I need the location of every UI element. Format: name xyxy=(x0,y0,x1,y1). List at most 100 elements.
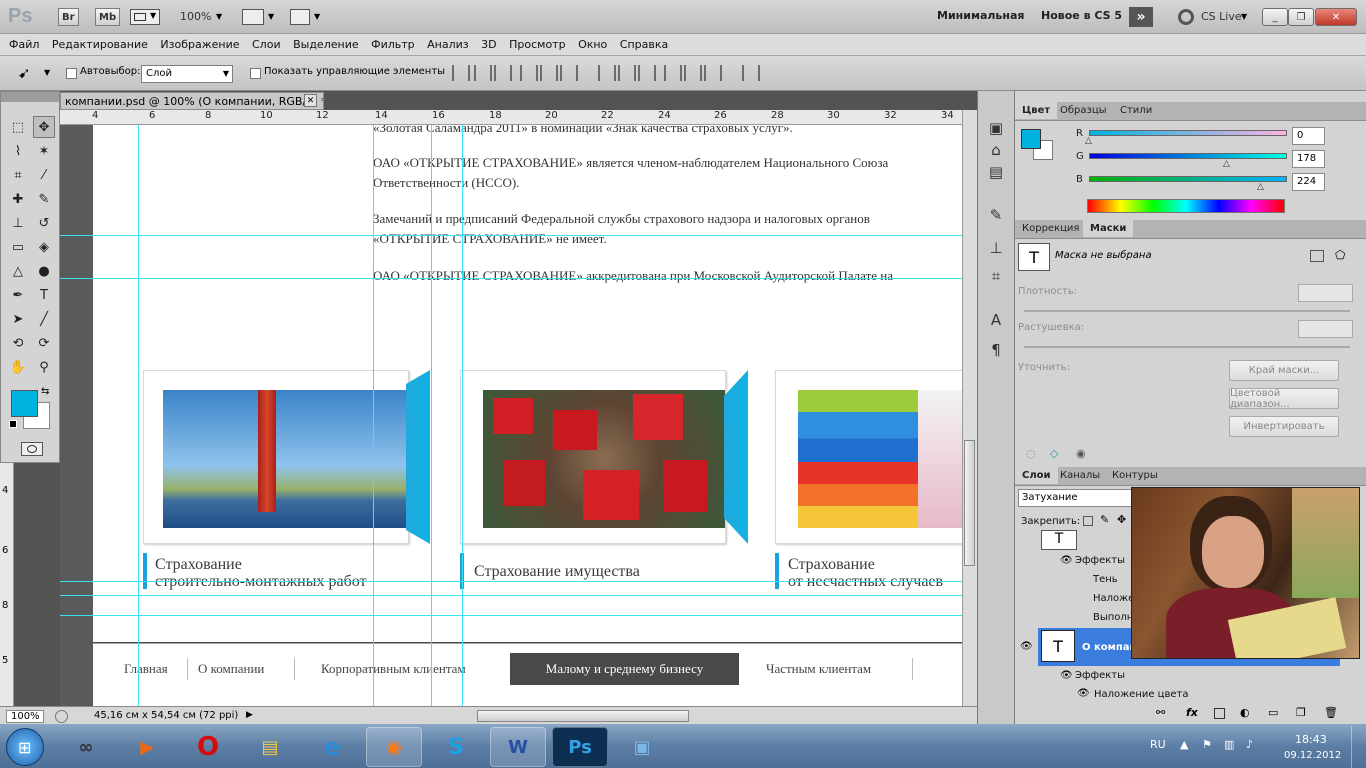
chevron-down-icon[interactable]: ▼ xyxy=(216,12,222,21)
clone-stamp-icon[interactable]: ⊥ xyxy=(7,212,29,234)
color-fg-swatch[interactable] xyxy=(1021,129,1041,149)
active-layer-name[interactable]: О компан xyxy=(1082,642,1136,653)
chevron-down-icon[interactable]: ▼ xyxy=(268,12,274,21)
nav-sme-active[interactable]: Малому и среднему бизнесу xyxy=(510,653,739,685)
g-slider[interactable] xyxy=(1089,153,1287,159)
new-group-icon[interactable]: ▭ xyxy=(1268,706,1278,719)
effects-eye-icon[interactable]: 👁 xyxy=(1060,555,1073,566)
add-pixel-mask-icon[interactable] xyxy=(1310,250,1324,262)
restore-button[interactable]: ❐ xyxy=(1288,8,1314,26)
3d-orbit-icon[interactable]: ⟳ xyxy=(33,332,55,354)
hand-tool-icon[interactable]: ✋ xyxy=(7,356,29,378)
color-spectrum[interactable] xyxy=(1087,199,1285,213)
line-tool-icon[interactable]: ╱ xyxy=(33,308,55,330)
density-slider[interactable] xyxy=(1024,310,1350,312)
guide-horizontal[interactable] xyxy=(60,581,962,582)
extras-dropdown[interactable]: ▼ xyxy=(130,9,160,25)
effect-color-overlay[interactable]: Наложение цвета xyxy=(1094,689,1189,700)
auto-align-icon[interactable] xyxy=(742,65,760,81)
distribute-hcenter-icon[interactable] xyxy=(684,65,702,81)
r-slider-handle[interactable]: △ xyxy=(1085,136,1092,146)
tools-panel-header[interactable] xyxy=(1,92,59,102)
clock-time[interactable]: 18:43 xyxy=(1295,733,1327,746)
status-menu-arrow-icon[interactable]: ▶ xyxy=(246,710,253,720)
clock-date[interactable]: 09.12.2012 xyxy=(1284,750,1341,761)
apply-mask-icon[interactable]: ◇ xyxy=(1050,447,1058,460)
tab-color[interactable]: Цвет xyxy=(1015,102,1058,119)
quick-mask-button[interactable] xyxy=(21,442,43,456)
menu-window[interactable]: Окно xyxy=(578,34,607,51)
g-slider-handle[interactable]: △ xyxy=(1223,159,1230,169)
paint-bucket-icon[interactable]: ◈ xyxy=(33,236,55,258)
3d-rotate-icon[interactable]: ⟲ xyxy=(7,332,29,354)
chevron-down-icon[interactable]: ▼ xyxy=(314,12,320,21)
magic-wand-icon[interactable]: ✶ xyxy=(33,140,55,162)
delete-layer-icon[interactable]: 🗑 xyxy=(1324,706,1338,719)
menu-analysis[interactable]: Анализ xyxy=(427,34,469,51)
mask-edge-button[interactable]: Край маски... xyxy=(1229,360,1339,381)
tab-adjustments[interactable]: Коррекция xyxy=(1015,220,1086,237)
effect-eye-icon[interactable]: 👁 xyxy=(1077,688,1090,699)
menu-layers[interactable]: Слои xyxy=(252,34,281,51)
align-top-icon[interactable] xyxy=(452,65,470,81)
history-icon[interactable]: ⌂ xyxy=(986,140,1006,160)
show-controls-checkbox[interactable] xyxy=(250,68,261,79)
lock-position-icon[interactable]: ✥ xyxy=(1117,513,1126,526)
distribute-top-icon[interactable] xyxy=(598,65,616,81)
character-icon[interactable]: A xyxy=(986,310,1006,330)
b-value[interactable]: 224 xyxy=(1292,173,1325,191)
taskbar-app-opera[interactable]: O xyxy=(180,727,236,767)
nav-corporate[interactable]: Корпоративным клиентам xyxy=(321,661,466,677)
taskbar-app-ie[interactable]: e xyxy=(304,727,360,767)
add-mask-icon[interactable] xyxy=(1214,708,1225,719)
screen-mode-button[interactable] xyxy=(290,9,310,25)
guide-horizontal[interactable] xyxy=(60,615,962,616)
tab-masks[interactable]: Маски xyxy=(1083,220,1134,237)
r-slider[interactable] xyxy=(1089,130,1287,136)
guide-horizontal[interactable] xyxy=(60,235,962,236)
volume-icon[interactable]: ♪ xyxy=(1246,738,1253,751)
invert-button[interactable]: Инвертировать xyxy=(1229,416,1339,437)
guide-vertical[interactable] xyxy=(431,125,432,706)
guide-vertical[interactable] xyxy=(138,125,139,706)
autoselect-checkbox[interactable] xyxy=(66,68,77,79)
marquee-tool-icon[interactable]: ⬚ xyxy=(7,116,29,138)
horizontal-scroll-thumb[interactable] xyxy=(477,710,689,722)
mini-bridge-icon[interactable]: ▣ xyxy=(986,118,1006,138)
tab-styles[interactable]: Стили xyxy=(1113,102,1159,119)
align-right-icon[interactable] xyxy=(560,65,578,81)
move-tool-icon[interactable]: ➹ xyxy=(18,64,31,82)
align-left-icon[interactable] xyxy=(520,65,538,81)
align-vcenter-icon[interactable] xyxy=(474,65,492,81)
bridge-button[interactable]: Br xyxy=(58,8,79,26)
workspace-minimal[interactable]: Минимальная xyxy=(937,9,1024,22)
new-layer-icon[interactable]: ❐ xyxy=(1296,706,1306,719)
arrange-documents-button[interactable] xyxy=(242,9,264,25)
brush-presets-icon[interactable]: ✎ xyxy=(986,205,1006,225)
load-selection-icon[interactable]: ◌ xyxy=(1026,447,1036,460)
tab-layers[interactable]: Слои xyxy=(1015,467,1058,484)
align-hcenter-icon[interactable] xyxy=(540,65,558,81)
taskbar-app-word[interactable]: W xyxy=(490,727,546,767)
vertical-scrollbar[interactable] xyxy=(962,110,977,706)
status-zoom[interactable]: 100% xyxy=(6,710,44,723)
disable-mask-icon[interactable]: ◉ xyxy=(1076,447,1086,460)
zoom-level[interactable]: 100% xyxy=(180,10,211,23)
feather-slider[interactable] xyxy=(1024,346,1350,348)
mini-bridge-button[interactable]: Mb xyxy=(95,8,121,26)
layer-visibility-eye-icon[interactable]: 👁 xyxy=(1020,641,1033,652)
show-desktop-button[interactable] xyxy=(1351,726,1366,768)
color-range-button[interactable]: Цветовой диапазон... xyxy=(1229,388,1339,410)
lock-transparency-icon[interactable] xyxy=(1083,516,1093,526)
nav-about[interactable]: О компании xyxy=(198,661,264,677)
tab-channels[interactable]: Каналы xyxy=(1053,467,1107,484)
clone-source-icon[interactable]: ⊥ xyxy=(986,238,1006,258)
path-selection-icon[interactable]: ➤ xyxy=(7,308,29,330)
lasso-tool-icon[interactable]: ⌇ xyxy=(7,140,29,162)
pen-tool-icon[interactable]: ✒ xyxy=(7,284,29,306)
r-value[interactable]: 0 xyxy=(1292,127,1325,145)
link-layers-icon[interactable]: ⚯ xyxy=(1156,706,1165,719)
add-style-icon[interactable]: fx xyxy=(1186,706,1198,719)
nav-home[interactable]: Главная xyxy=(124,661,168,677)
minimize-button[interactable]: _ xyxy=(1262,8,1288,26)
